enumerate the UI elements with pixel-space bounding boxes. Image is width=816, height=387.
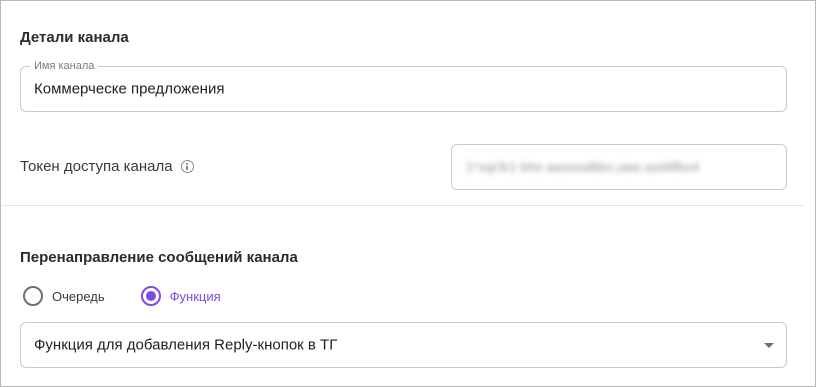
redirect-radio-group: Очередь Функция (23, 286, 257, 306)
channel-details-title: Детали канала (20, 29, 129, 46)
radio-queue-label: Очередь (52, 288, 105, 304)
radio-option-queue[interactable]: Очередь (23, 286, 105, 306)
channel-settings-panel: Детали канала Имя канала Коммерческе пре… (0, 0, 816, 387)
token-field[interactable]: 1*xqr3r1 bhn aasoseBbs.uwe.asd4fbx4 (451, 144, 787, 190)
chevron-down-icon[interactable] (764, 343, 774, 348)
token-label-row: Токен доступа канала (20, 158, 194, 175)
function-select-value: Функция для добавления Reply-кнопок в ТГ (34, 336, 338, 354)
radio-function-label: Функция (169, 288, 221, 304)
token-label: Токен доступа канала (20, 158, 173, 175)
redirect-title: Перенаправление сообщений канала (20, 249, 298, 266)
info-icon[interactable] (180, 160, 194, 173)
section-divider (2, 205, 804, 206)
radio-function-circle[interactable] (140, 286, 161, 306)
function-select[interactable]: Функция для добавления Reply-кнопок в ТГ (20, 322, 787, 368)
radio-queue-circle[interactable] (23, 286, 43, 306)
token-masked-value: 1*xqr3r1 bhn aasoseBbs.uwe.asd4fbx4 (466, 159, 700, 175)
channel-name-label: Имя канала (30, 60, 99, 72)
channel-name-value: Коммерческе предложения (34, 80, 225, 98)
radio-option-function[interactable]: Функция (140, 286, 221, 306)
channel-name-field[interactable]: Имя канала Коммерческе предложения (20, 60, 787, 112)
